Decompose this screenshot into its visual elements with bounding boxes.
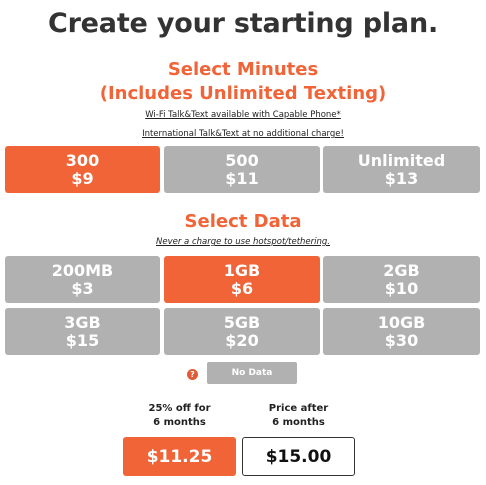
minutes-option-amount: 500 [225,150,259,170]
data-option-10gb[interactable]: 10GB $30 [323,308,480,355]
data-heading: Select Data [184,211,302,232]
discount-caption: 25% off for 6 months [123,402,236,430]
data-option-amount: 2GB [383,260,420,280]
discount-caption-line2: 6 months [153,417,206,428]
data-option-1gb[interactable]: 1GB $6 [164,256,320,303]
data-option-amount: 3GB [64,312,101,332]
international-calling-link[interactable]: International Talk&Text at no additional… [0,129,486,139]
wifi-calling-link[interactable]: Wi-Fi Talk&Text available with Capable P… [0,110,486,120]
minutes-option-300[interactable]: 300 $9 [5,146,160,193]
data-option-price: $30 [384,330,419,350]
data-option-amount: 1GB [223,260,261,280]
minutes-option-price: $11 [225,168,259,188]
plan-builder: Create your starting plan. Select Minute… [0,0,486,485]
data-option-5gb[interactable]: 5GB $20 [164,308,320,355]
data-option-amount: 5GB [223,312,261,332]
minutes-subheading: (Includes Unlimited Texting) [99,83,387,104]
minutes-option-price: $9 [71,168,94,188]
discount-caption-line1: 25% off for [148,403,211,414]
data-option-200mb[interactable]: 200MB $3 [5,256,160,303]
regular-caption-line1: Price after [268,403,329,414]
data-option-price: $6 [230,278,254,298]
data-option-2gb[interactable]: 2GB $10 [323,256,480,303]
no-data-button[interactable]: No Data [207,362,297,384]
page-title: Create your starting plan. [47,8,439,39]
help-icon[interactable]: ? [187,369,198,380]
data-option-price: $10 [384,278,419,298]
minutes-option-amount: Unlimited [357,150,446,170]
data-option-price: $15 [65,330,100,350]
minutes-option-500[interactable]: 500 $11 [164,146,320,193]
regular-caption-line2: 6 months [272,417,325,428]
minutes-heading: Select Minutes [167,59,319,80]
data-option-price: $20 [225,330,259,350]
minutes-option-unlimited[interactable]: Unlimited $13 [323,146,480,193]
data-option-3gb[interactable]: 3GB $15 [5,308,160,355]
minutes-option-price: $13 [384,168,419,188]
data-option-price: $3 [71,278,94,298]
minutes-option-amount: 300 [65,150,100,170]
data-option-amount: 10GB [377,312,426,332]
hotspot-note-link[interactable]: Never a charge to use hotspot/tethering. [0,237,486,247]
data-option-amount: 200MB [51,260,114,280]
regular-caption: Price after 6 months [242,402,355,430]
discount-price: $11.25 [123,437,236,476]
regular-price: $15.00 [242,437,355,476]
